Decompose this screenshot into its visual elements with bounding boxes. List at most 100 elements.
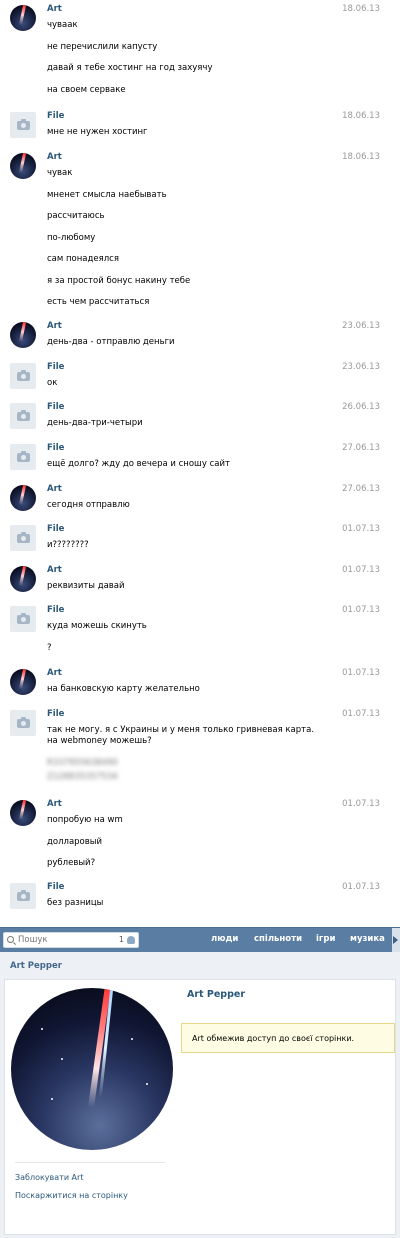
author-name[interactable]: Art — [47, 4, 62, 14]
message-body: день-два-три-четыри — [47, 418, 337, 440]
avatar[interactable] — [10, 566, 36, 592]
message-date: 18.06.13 — [342, 111, 380, 121]
camera-icon — [17, 532, 30, 543]
message-body: ещё долго? жду до вечера и сношу сайт — [47, 459, 337, 481]
camera-placeholder-icon[interactable] — [10, 710, 36, 736]
author-name[interactable]: File — [47, 524, 64, 534]
message-date: 01.07.13 — [342, 882, 380, 892]
message-body: без разницы — [47, 898, 337, 920]
message-line: и???????? — [47, 540, 89, 550]
profile-avatar[interactable] — [11, 988, 173, 1150]
message-date: 27.06.13 — [342, 484, 380, 494]
author-name[interactable]: Art — [47, 321, 62, 331]
camera-placeholder-icon[interactable] — [10, 403, 36, 429]
message-body: и???????? — [47, 540, 337, 562]
camera-placeholder-icon[interactable] — [10, 606, 36, 632]
message-line: чувак — [47, 168, 73, 178]
message-line: без разницы — [47, 898, 104, 908]
camera-icon — [17, 410, 30, 421]
message-date: 26.06.13 — [342, 402, 380, 412]
avatar[interactable] — [10, 669, 36, 695]
author-name[interactable]: File — [47, 362, 64, 372]
author-name[interactable]: File — [47, 443, 64, 453]
nav-music[interactable]: музика — [350, 934, 385, 944]
avatar[interactable] — [10, 5, 36, 31]
message-body: реквизиты давай — [47, 581, 337, 603]
message-body: ок — [47, 378, 337, 400]
divider — [15, 1162, 165, 1163]
message-date: 01.07.13 — [342, 799, 380, 809]
message-body: попробую на wm долларовый рублевый? — [47, 815, 337, 880]
camera-icon — [17, 119, 30, 130]
message-history: Art 18.06.13 чуваак не перечислили капусту д… — [0, 0, 400, 920]
camera-placeholder-icon[interactable] — [10, 112, 36, 138]
message-body: мне не нужен хостинг — [47, 127, 337, 149]
nav-more-arrow-icon[interactable] — [392, 928, 400, 952]
message-line: сегодня отправлю — [47, 500, 130, 510]
author-name[interactable]: Art — [47, 668, 62, 678]
avatar[interactable] — [10, 322, 36, 348]
profile-card: Art Pepper Art обмежив доступ до своєї с… — [4, 979, 396, 1235]
profile-name: Art Pepper — [187, 989, 246, 1000]
camera-placeholder-icon[interactable] — [10, 525, 36, 551]
restricted-notice: Art обмежив доступ до своєї сторінки. — [181, 1023, 395, 1053]
author-name[interactable]: File — [47, 111, 64, 121]
message-line: я за простой бонус накину тебе — [47, 275, 191, 286]
message-date: 01.07.13 — [342, 709, 380, 719]
avatar-star — [51, 1098, 53, 1100]
author-name[interactable]: Art — [47, 565, 62, 575]
message-line: сам понадеялся — [47, 254, 119, 264]
author-name[interactable]: Art — [47, 799, 62, 809]
avatar[interactable] — [10, 800, 36, 826]
camera-icon — [17, 370, 30, 381]
message-date: 18.06.13 — [342, 4, 380, 14]
blurred-wallet-number: R337955638490 — [47, 758, 118, 768]
author-name[interactable]: File — [47, 605, 64, 615]
message-line: ? — [47, 642, 52, 653]
profile-page: Art Pepper Art Pepper Art обмежив доступ… — [0, 952, 400, 1238]
author-name[interactable]: File — [47, 402, 64, 412]
camera-icon — [17, 717, 30, 728]
message-line: так не могу. я с Украины и у меня только… — [47, 725, 315, 746]
avatar[interactable] — [10, 485, 36, 511]
message-body: на банковскую карту желательно — [47, 684, 337, 706]
message-body: чуваак не перечислили капусту давай я тебе… — [47, 20, 337, 106]
message-body: день-два - отправлю деньги — [47, 337, 337, 359]
message-line: по-любому — [47, 232, 96, 243]
message-date: 23.06.13 — [342, 321, 380, 331]
message-date: 18.06.13 — [342, 152, 380, 162]
avatar-star — [61, 1058, 63, 1060]
message-line: день-два-три-четыри — [47, 418, 143, 428]
message-line: на банковскую карту желательно — [47, 684, 200, 694]
message-line: рассчитаюсь — [47, 211, 105, 221]
block-user-link[interactable]: Заблокувати Art — [15, 1173, 83, 1182]
author-name[interactable]: File — [47, 709, 64, 719]
author-name[interactable]: Art — [47, 152, 62, 162]
message-line: на своем серваке — [47, 84, 126, 95]
avatar-star — [41, 1028, 43, 1030]
nav-games[interactable]: ігри — [316, 934, 335, 944]
message-line: есть чем рассчитаться — [47, 297, 150, 307]
message-line: попробую на wm — [47, 815, 123, 825]
author-name[interactable]: Art — [47, 484, 62, 494]
camera-placeholder-icon[interactable] — [10, 363, 36, 389]
top-navigation-bar: Пошук 1 люди спільноти ігри музика — [0, 927, 400, 952]
message-line: день-два - отправлю деньги — [47, 337, 175, 347]
search-count: 1 — [118, 935, 124, 944]
profile-header-name: Art Pepper — [10, 961, 62, 971]
nav-people[interactable]: люди — [211, 934, 238, 944]
nav-communities[interactable]: спільноти — [254, 934, 302, 944]
report-page-link[interactable]: Поскаржитися на сторінку — [15, 1191, 128, 1200]
person-icon — [127, 936, 135, 944]
author-name[interactable]: File — [47, 882, 64, 892]
message-date: 01.07.13 — [342, 565, 380, 575]
camera-placeholder-icon[interactable] — [10, 444, 36, 470]
message-body: чувак мненет смысла наебывать рассчитаюсь п… — [47, 168, 337, 319]
message-date: 27.06.13 — [342, 443, 380, 453]
avatar-star — [146, 1083, 148, 1085]
camera-placeholder-icon[interactable] — [10, 883, 36, 909]
message-line: рублевый? — [47, 858, 96, 868]
message-date: 01.07.13 — [342, 605, 380, 615]
avatar[interactable] — [10, 153, 36, 179]
search-input[interactable]: Пошук 1 — [3, 932, 139, 948]
